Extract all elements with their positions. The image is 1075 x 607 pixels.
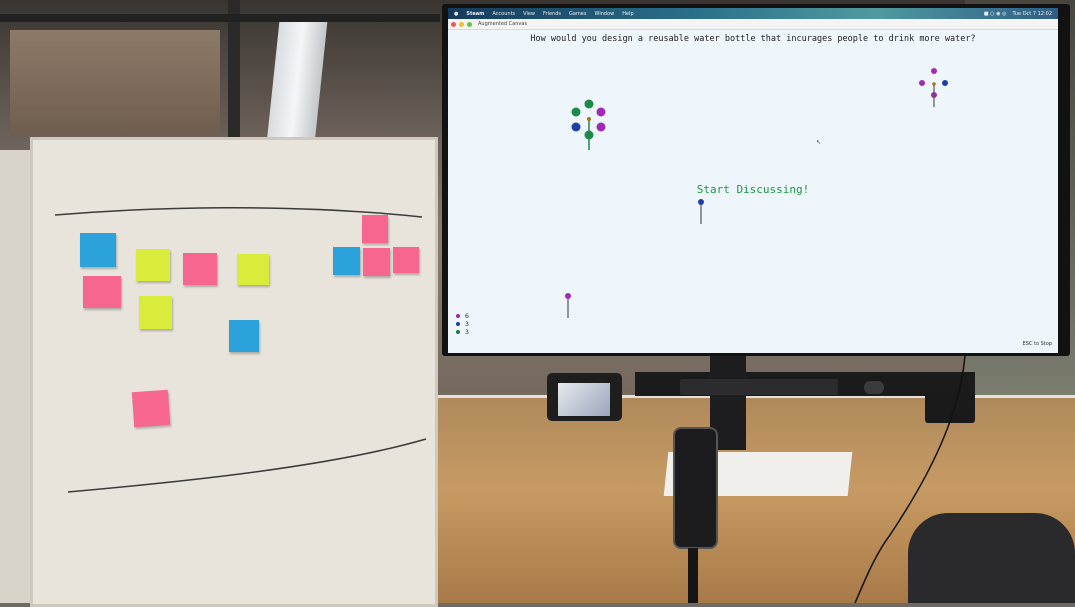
sticky-note-pink (131, 389, 171, 428)
status-message: Start Discussing! (696, 183, 810, 196)
legend-count: 3 (465, 328, 469, 336)
participant-dot (584, 99, 594, 109)
legend-count: 3 (465, 320, 469, 328)
sticky-note-yellow (139, 296, 172, 329)
sticky-note-pink (183, 253, 217, 285)
whiteboard-drawn-lines (54, 207, 427, 493)
legend: 6 3 3 (456, 312, 469, 336)
participant-cluster-right (919, 68, 948, 107)
participant-dot (919, 80, 925, 86)
participant-dot (698, 199, 704, 205)
esc-hint: ESC to Stop (1022, 341, 1052, 347)
legend-row-blue: 3 (456, 320, 469, 328)
participant-dot (942, 80, 948, 86)
legend-count: 6 (465, 312, 469, 320)
whiteboard-bottom-line (67, 438, 427, 493)
sticky-note-pink (363, 248, 390, 276)
sticky-note-pink (83, 276, 121, 308)
mouse-cursor-icon: ↖ (816, 139, 821, 146)
participant-pointer-head (932, 82, 936, 86)
window-frame-top (0, 14, 440, 22)
keyboard (680, 379, 838, 395)
participant-dot (565, 293, 571, 299)
participant-pointer-head (587, 117, 591, 121)
participant-dot (931, 68, 937, 74)
participant-center (698, 199, 704, 224)
participant-dot (596, 122, 606, 132)
legend-row-green: 3 (456, 328, 469, 336)
sticky-note-blue (333, 247, 360, 275)
sticky-note-yellow (136, 249, 170, 281)
phone-on-tripod (673, 427, 718, 549)
participant-cluster-left (571, 99, 606, 150)
tripod (688, 548, 698, 603)
participant-lower (565, 293, 571, 318)
legend-dot-blue (456, 322, 460, 326)
sticky-note-pink (393, 247, 419, 273)
exterior-building (10, 30, 220, 135)
sticky-note-yellow (237, 254, 269, 285)
sticky-note-pink (362, 215, 388, 243)
tv-screen: ● Steam Accounts View Friends Games Wind… (448, 8, 1058, 353)
participant-canvas: ↖ (565, 68, 948, 318)
legend-dot-purple (456, 314, 460, 318)
legend-dot-green (456, 330, 460, 334)
participant-dot (571, 107, 581, 117)
power-cable (854, 355, 966, 603)
legend-row-purple: 6 (456, 312, 469, 320)
sticky-note-blue (229, 320, 259, 352)
small-display-screen (558, 383, 610, 416)
participant-dot (571, 122, 581, 132)
sticky-note-blue (80, 233, 116, 267)
participant-dot (596, 107, 606, 117)
